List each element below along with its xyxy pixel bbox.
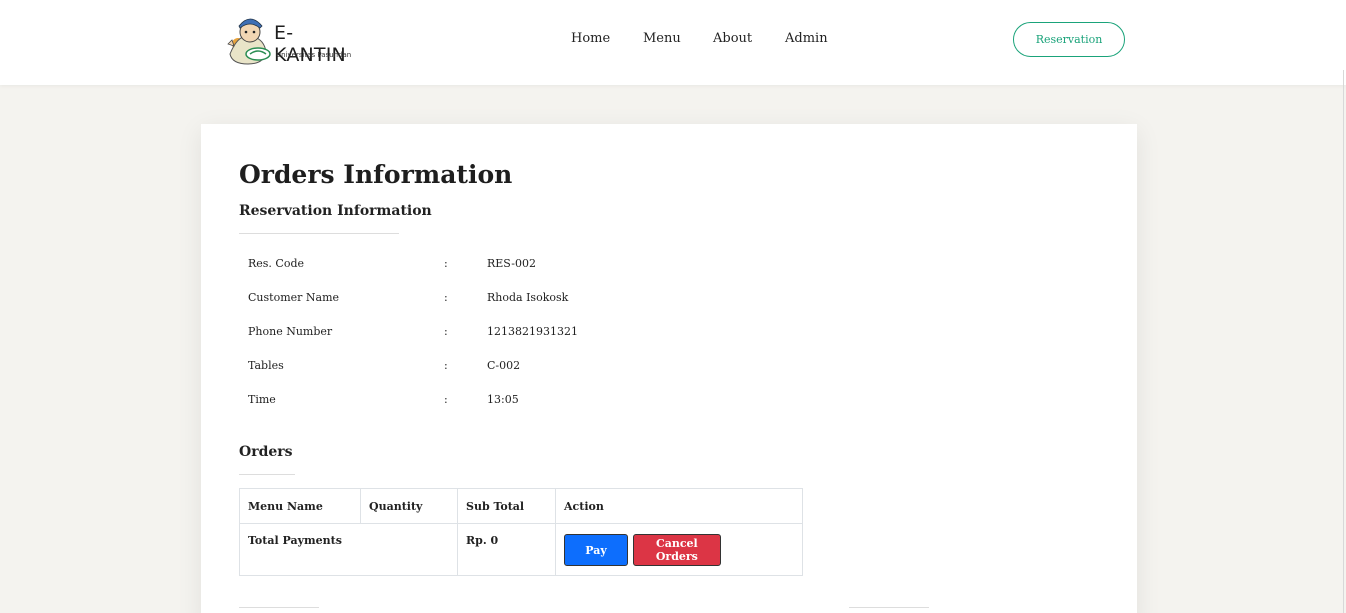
info-colon: : [444, 359, 448, 372]
info-colon: : [444, 257, 448, 270]
cancel-orders-button[interactable]: Cancel Orders [632, 534, 721, 566]
nav-admin[interactable]: Admin [785, 31, 828, 46]
info-row-phone-number: Phone Number : 1213821931321 [248, 325, 648, 345]
section-divider [849, 607, 929, 608]
mascot-logo-icon [227, 18, 271, 65]
info-row-tables: Tables : C-002 [248, 359, 648, 379]
navbar: E-KANTIN Universitas Pasundan Home Menu … [0, 0, 1346, 85]
orders-table: Menu Name Quantity Sub Total Action Tota… [239, 488, 803, 576]
info-label: Customer Name [248, 291, 340, 304]
info-value: 13:05 [487, 393, 519, 406]
table-row: Total Payments Rp. 0 Pay Cancel Orders [239, 523, 803, 576]
section-divider [239, 474, 295, 475]
info-value: RES-002 [487, 257, 536, 270]
brand-name: E-KANTIN [274, 22, 346, 66]
info-label: Phone Number [248, 325, 333, 338]
info-colon: : [444, 291, 448, 304]
nav-menu[interactable]: Menu [643, 31, 681, 46]
nav-about[interactable]: About [713, 31, 752, 46]
info-label: Time [248, 393, 276, 406]
col-quantity: Quantity [360, 488, 458, 524]
info-row-customer-name: Customer Name : Rhoda Isokosk [248, 291, 648, 311]
info-label: Res. Code [248, 257, 305, 270]
col-sub-total: Sub Total [457, 488, 556, 524]
info-row-time: Time : 13:05 [248, 393, 648, 413]
page-title: Orders Information [239, 160, 513, 189]
table-header-row: Menu Name Quantity Sub Total Action [239, 488, 803, 524]
orders-card: Orders Information Reservation Informati… [201, 124, 1137, 613]
info-colon: : [444, 393, 448, 406]
section-divider [239, 233, 399, 234]
pay-button[interactable]: Pay [564, 534, 628, 566]
reservation-section-title: Reservation Information [239, 203, 432, 219]
info-value: C-002 [487, 359, 521, 372]
info-row-res-code: Res. Code : RES-002 [248, 257, 648, 277]
total-payments-label: Total Payments [239, 523, 458, 576]
info-label: Tables [248, 359, 284, 372]
brand-logo[interactable]: E-KANTIN Universitas Pasundan [224, 14, 364, 66]
action-cell: Pay Cancel Orders [555, 523, 803, 576]
info-value: Rhoda Isokosk [487, 291, 569, 304]
info-colon: : [444, 325, 448, 338]
orders-section-title: Orders [239, 444, 293, 460]
nav-home[interactable]: Home [571, 31, 610, 46]
col-menu-name: Menu Name [239, 488, 361, 524]
scrollbar[interactable] [1343, 70, 1344, 613]
col-action: Action [555, 488, 803, 524]
brand-subtitle: Universitas Pasundan [276, 51, 352, 59]
info-value: 1213821931321 [487, 325, 578, 338]
reservation-button[interactable]: Reservation [1013, 22, 1125, 57]
total-payments-value: Rp. 0 [457, 523, 556, 576]
section-divider [239, 607, 319, 608]
